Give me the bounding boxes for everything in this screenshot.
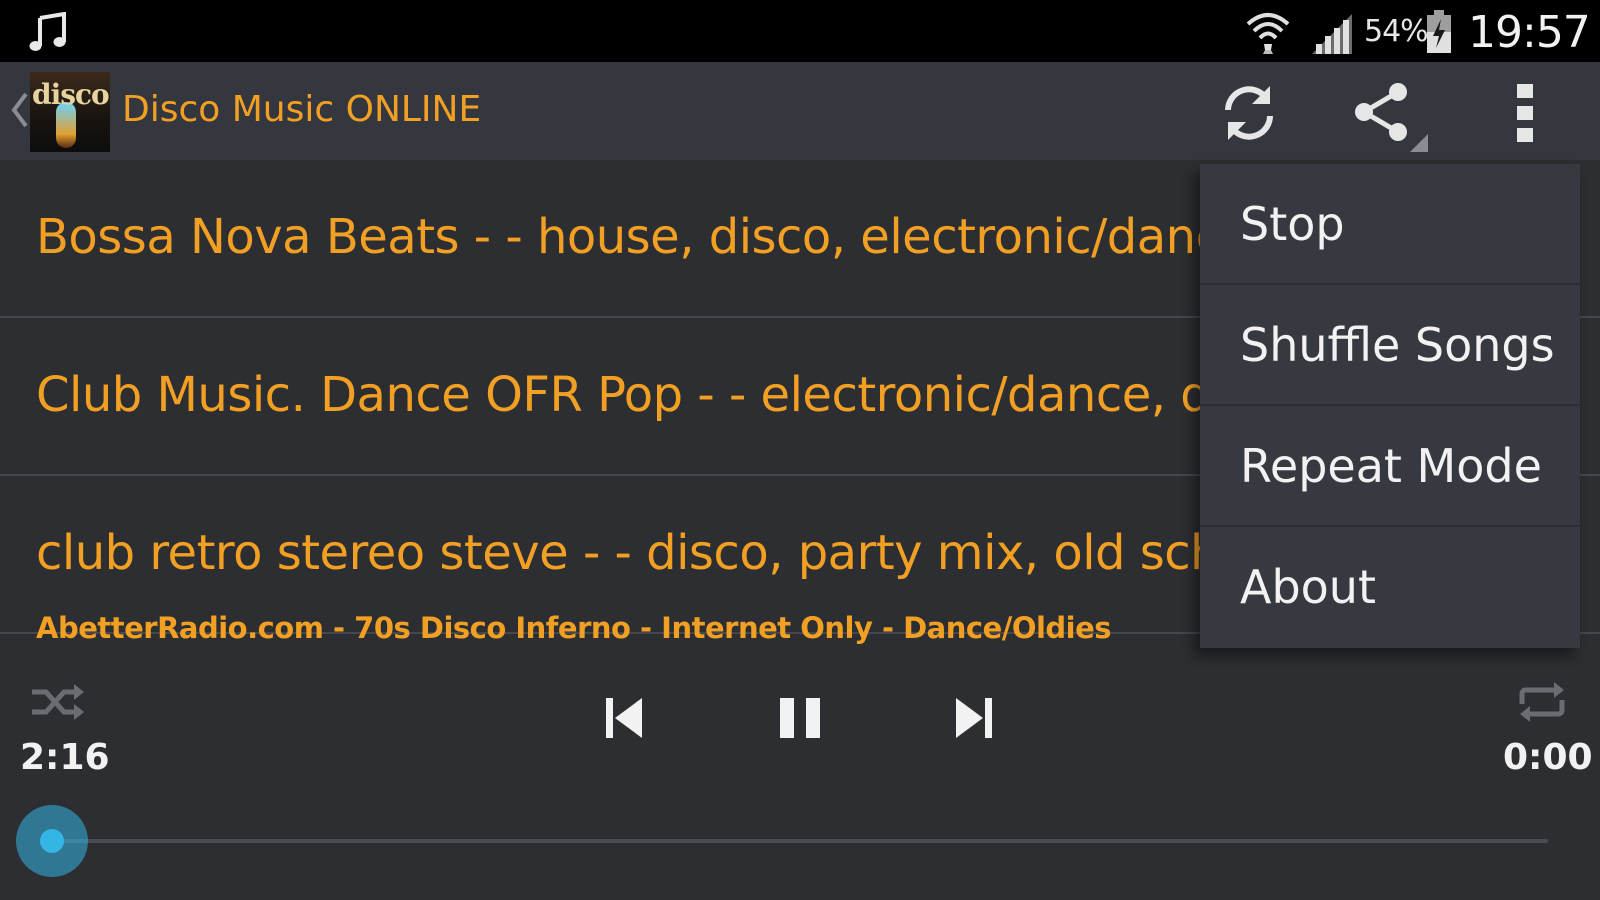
menu-item-label: Stop — [1240, 197, 1345, 251]
menu-item-shuffle-songs[interactable]: Shuffle Songs — [1200, 285, 1580, 406]
shuffle-icon[interactable] — [30, 680, 86, 724]
back-chevron-icon[interactable] — [8, 90, 30, 130]
station-text: club retro stereo steve - - disco, party… — [36, 525, 1291, 581]
cell-signal-icon — [1312, 14, 1352, 54]
music-note-icon — [29, 12, 66, 51]
now-playing-title: AbetterRadio.com - 70s Disco Inferno - I… — [36, 611, 1112, 645]
logo-text: disco — [32, 78, 110, 111]
app-title: Disco Music ONLINE — [122, 89, 482, 130]
app-screen: 54% 19:57 disco Disco Music ONLINE Bossa… — [0, 0, 1600, 900]
overflow-menu-icon[interactable] — [1510, 80, 1540, 146]
total-time: 0:00 — [1503, 737, 1593, 778]
seek-bar[interactable] — [16, 805, 1548, 877]
menu-item-stop[interactable]: Stop — [1200, 164, 1580, 285]
pause-icon[interactable] — [776, 694, 824, 742]
battery-charging-icon — [1427, 10, 1451, 53]
status-bar: 54% 19:57 — [0, 0, 1600, 62]
menu-item-label: About — [1240, 560, 1377, 614]
status-clock: 19:57 — [1468, 7, 1591, 58]
refresh-icon[interactable] — [1218, 82, 1280, 144]
share-icon[interactable] — [1352, 80, 1432, 152]
wifi-icon — [1246, 13, 1290, 54]
menu-item-label: Shuffle Songs — [1240, 318, 1555, 372]
seek-bar-track — [52, 839, 1548, 843]
seek-bar-thumb[interactable] — [16, 805, 88, 877]
next-icon[interactable] — [954, 694, 994, 742]
overflow-menu: Stop Shuffle Songs Repeat Mode About — [1200, 164, 1580, 648]
station-text: Club Music. Dance OFR Pop - - electronic… — [36, 367, 1303, 423]
menu-item-about[interactable]: About — [1200, 527, 1580, 648]
station-text: Bossa Nova Beats - - house, disco, elect… — [36, 209, 1251, 265]
elapsed-time: 2:16 — [20, 737, 110, 778]
app-logo[interactable]: disco — [30, 72, 110, 152]
battery-percent: 54% — [1364, 14, 1429, 49]
action-bar: disco Disco Music ONLINE — [0, 62, 1600, 160]
repeat-icon[interactable] — [1516, 680, 1568, 724]
menu-item-label: Repeat Mode — [1240, 439, 1542, 493]
menu-item-repeat-mode[interactable]: Repeat Mode — [1200, 406, 1580, 527]
previous-icon[interactable] — [604, 694, 644, 742]
